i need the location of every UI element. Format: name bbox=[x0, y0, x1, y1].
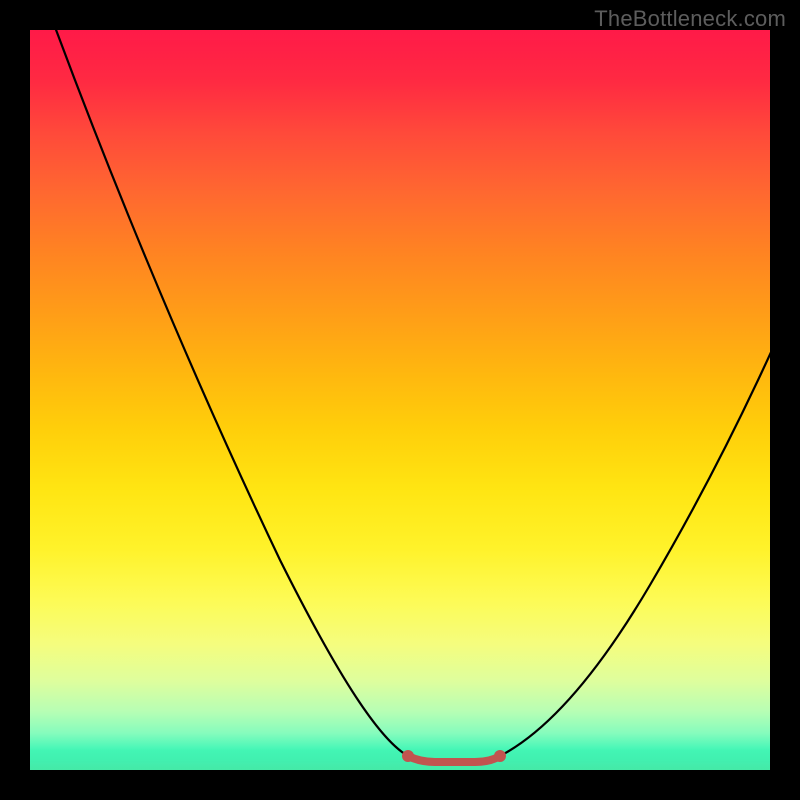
plot-area bbox=[30, 30, 770, 770]
watermark-text: TheBottleneck.com bbox=[594, 6, 786, 32]
curve-layer bbox=[30, 30, 770, 770]
optimal-region-highlight bbox=[408, 756, 500, 762]
bottleneck-curve-left bbox=[45, 30, 408, 756]
optimal-region-start-dot bbox=[402, 750, 414, 762]
bottleneck-curve-right bbox=[500, 350, 770, 756]
chart-frame: TheBottleneck.com bbox=[0, 0, 800, 800]
optimal-region-end-dot bbox=[494, 750, 506, 762]
